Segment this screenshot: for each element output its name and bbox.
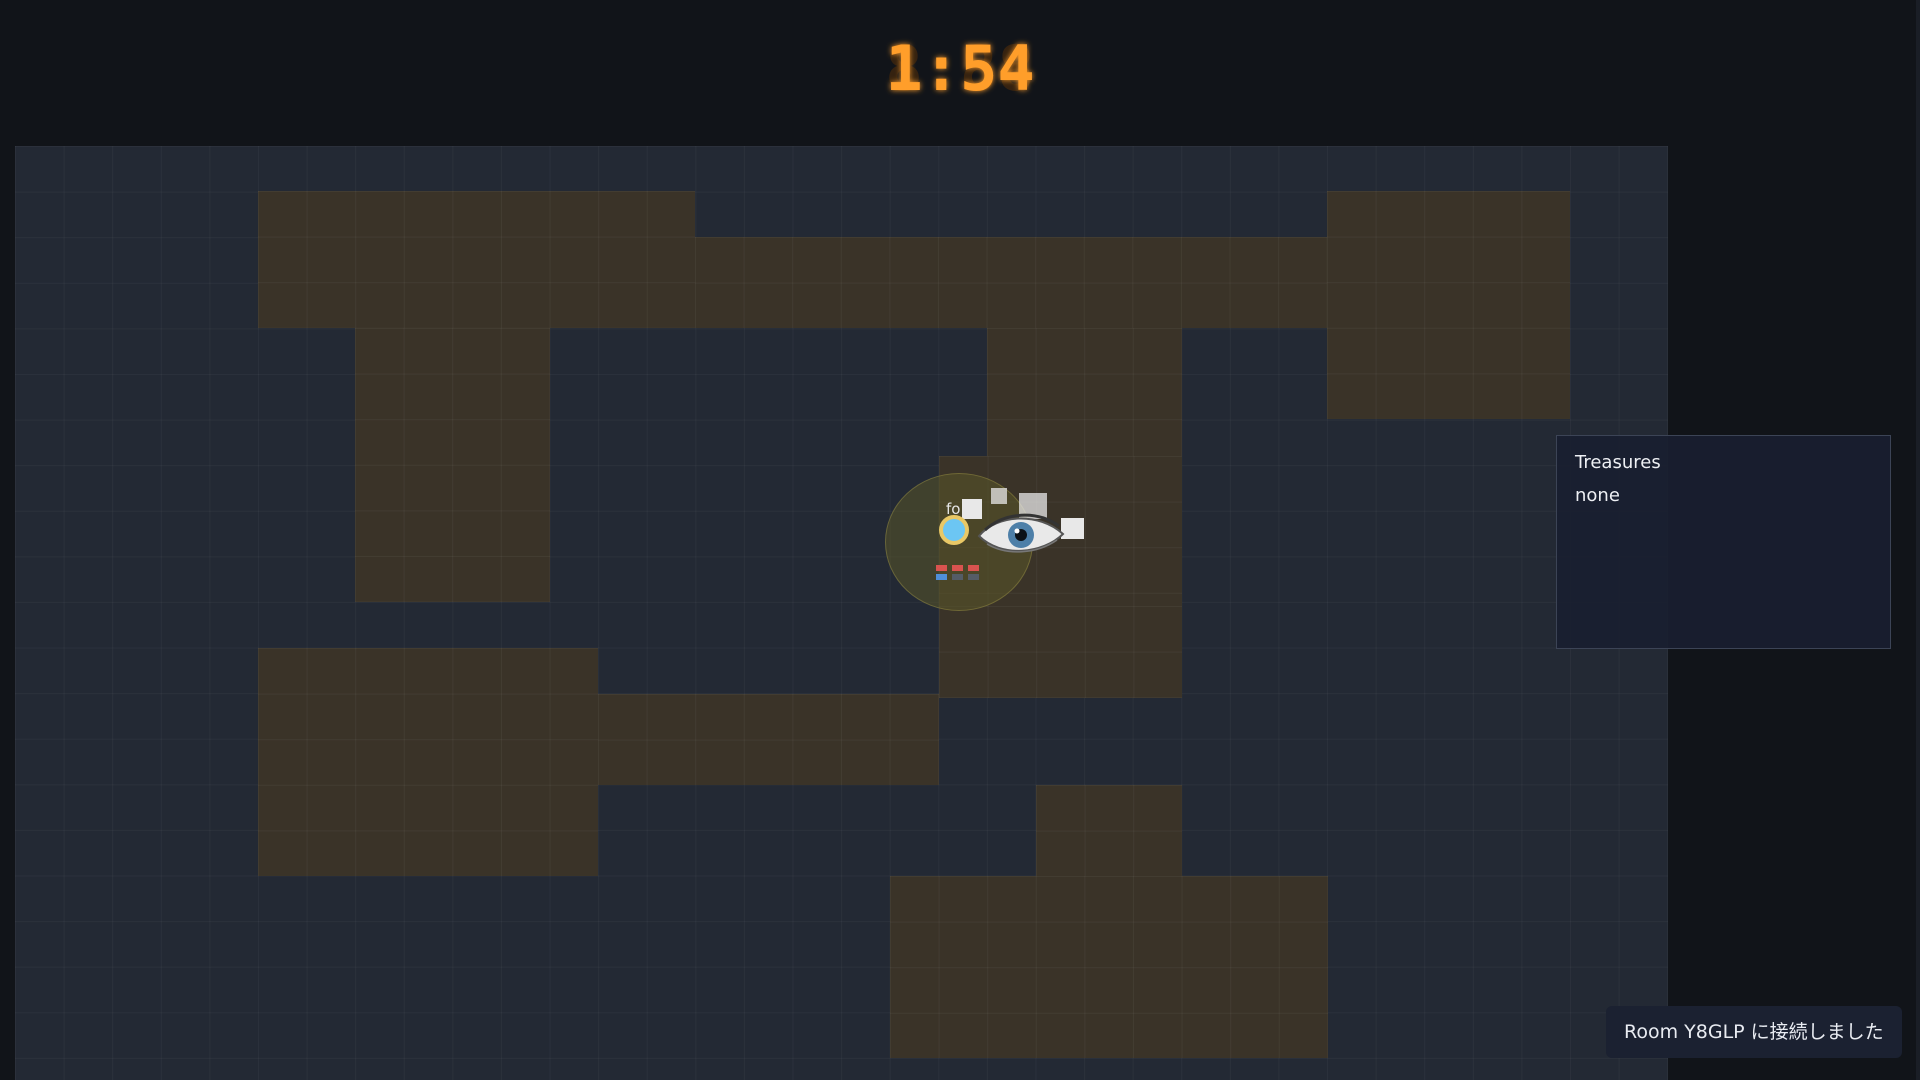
treasures-panel: Treasures none (1556, 435, 1891, 649)
connection-toast: Room Y8GLP に接続しました (1606, 1006, 1902, 1058)
inventory-slot (936, 574, 947, 580)
floor-region (598, 694, 939, 785)
floor-region (1327, 191, 1570, 419)
scrollbar-track (1916, 0, 1920, 1080)
eye-icon[interactable] (975, 508, 1067, 560)
item-marker (991, 488, 1007, 504)
game-screen: 8:88 1:54 fo Treasures none Room Y8GLP に… (0, 0, 1920, 1080)
treasures-title: Treasures (1575, 452, 1661, 473)
floor-region (355, 328, 550, 602)
floor-region (695, 237, 1327, 328)
inventory-slot (952, 574, 963, 580)
treasures-value: none (1575, 485, 1620, 506)
inventory-slot (968, 574, 979, 580)
inventory-slot (936, 565, 947, 571)
floor-region (258, 648, 598, 876)
floor-region (987, 328, 1182, 456)
timer-value: 1:54 (885, 32, 1034, 105)
player-avatar[interactable] (939, 515, 969, 545)
inventory-slot (968, 565, 979, 571)
floor-region (258, 191, 695, 328)
countdown-timer: 8:88 1:54 (885, 32, 1034, 105)
floor-region (939, 606, 1182, 698)
maze-board[interactable]: fo (15, 146, 1668, 1080)
floor-region (890, 876, 1328, 1058)
floor-region (1036, 785, 1182, 876)
inventory-slot (952, 565, 963, 571)
